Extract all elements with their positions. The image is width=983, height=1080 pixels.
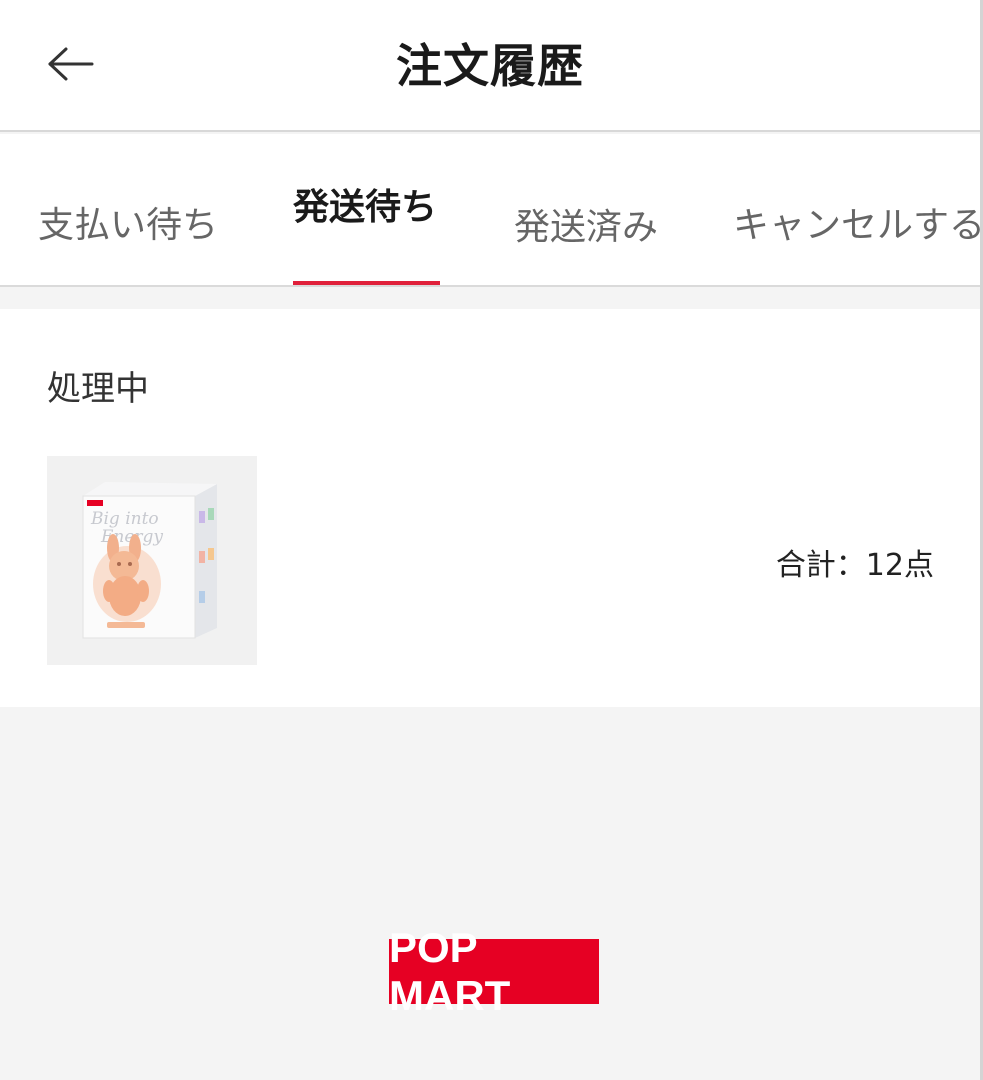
tab-awaiting-payment[interactable]: 支払い待ち [38, 196, 218, 248]
product-box-image: Big into Energy [82, 482, 217, 639]
order-total: 合計：12点 [775, 548, 934, 583]
header: 注文履歴 [0, 0, 980, 132]
tab-cancelled[interactable]: キャンセルする [733, 196, 980, 248]
active-tab-indicator [293, 281, 440, 285]
pop-mart-logo: POP MART [389, 924, 599, 1019]
tab-shipped[interactable]: 発送済み [514, 198, 658, 250]
order-status-tabs: 支払い待ち 発送待ち 発送済み キャンセルする [0, 134, 980, 287]
svg-text:Big into: Big into [90, 509, 159, 529]
order-card[interactable]: 処理中 Big into Energy [0, 309, 980, 707]
order-status-label: 処理中 [47, 369, 149, 409]
product-thumbnail[interactable]: Big into Energy [47, 456, 257, 665]
app-screen: 注文履歴 支払い待ち 発送待ち 発送済み キャンセルする 処理中 Big int… [0, 0, 983, 1080]
tab-awaiting-shipment[interactable]: 発送待ち [293, 178, 437, 230]
page-title: 注文履歴 [396, 39, 584, 93]
